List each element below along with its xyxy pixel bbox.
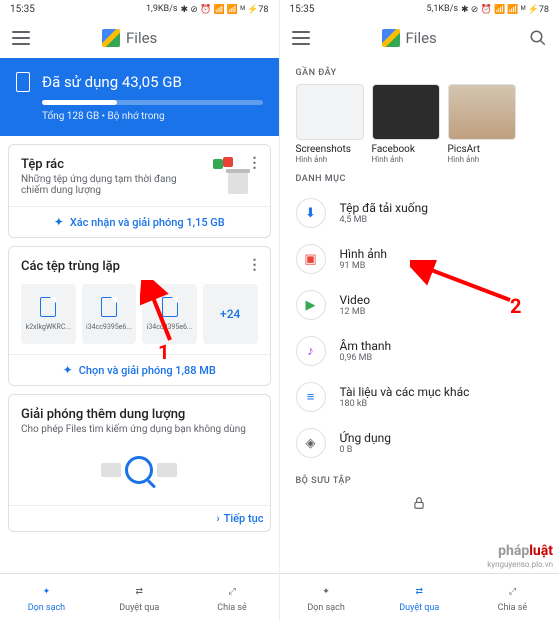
status-speed: 1,9KB/s bbox=[146, 4, 178, 14]
category-item[interactable]: ♪ Âm thanh 0,96 MB bbox=[280, 328, 559, 374]
menu-icon[interactable] bbox=[292, 31, 310, 45]
file-icon bbox=[40, 297, 56, 317]
section-recent: GẦN ĐÂY bbox=[280, 58, 559, 84]
freeup-card: Giải phóng thêm dung lượng Cho phép File… bbox=[8, 394, 271, 532]
status-icons: ✱ ⊘ ⏰ 📶 📶 ᴹ ⚡78 bbox=[461, 4, 549, 15]
recent-thumb bbox=[296, 84, 364, 140]
category-item[interactable]: ◈ Ứng dụng 0 B bbox=[280, 420, 559, 466]
category-icon: ♪ bbox=[296, 336, 326, 366]
section-categories: DANH MỤC bbox=[280, 164, 559, 190]
category-size: 4,5 MB bbox=[340, 215, 544, 225]
junk-confirm-button[interactable]: ✦ Xác nhận và giải phóng 1,15 GB bbox=[9, 206, 270, 237]
browse-icon: ⇄ bbox=[410, 583, 428, 601]
files-logo-icon bbox=[102, 29, 120, 47]
safe-folder[interactable] bbox=[280, 492, 559, 514]
nav-browse[interactable]: ⇄ Duyệt qua bbox=[93, 574, 186, 621]
freeup-title: Giải phóng thêm dung lượng bbox=[21, 407, 258, 422]
annotation-label-2: 2 bbox=[510, 294, 521, 318]
recent-thumb bbox=[372, 84, 440, 140]
storage-used: Đã sử dụng 43,05 GB bbox=[42, 73, 182, 91]
category-size: 0 B bbox=[340, 445, 544, 455]
sparkle-icon: ✦ bbox=[54, 215, 64, 229]
nav-browse[interactable]: ⇄ Duyệt qua bbox=[373, 574, 466, 621]
share-icon: ⤢ bbox=[503, 583, 521, 601]
continue-button[interactable]: ›Tiếp tục bbox=[9, 505, 270, 531]
app-bar: Files bbox=[280, 18, 559, 58]
annotation-label-1: 1 bbox=[158, 340, 169, 364]
nav-share[interactable]: ⤢ Chia sẻ bbox=[186, 574, 279, 621]
recent-item[interactable]: Screenshots Hình ảnh bbox=[296, 84, 364, 164]
nav-clean[interactable]: ✦ Dọn sạch bbox=[0, 574, 93, 621]
category-icon: ▶ bbox=[296, 290, 326, 320]
category-size: 0,96 MB bbox=[340, 353, 544, 363]
files-logo-icon bbox=[382, 29, 400, 47]
status-time: 15:35 bbox=[290, 4, 315, 15]
dup-item[interactable]: k2xIkgWKRC... bbox=[21, 284, 76, 344]
bottom-nav: ✦ Dọn sạch ⇄ Duyệt qua ⤢ Chia sẻ bbox=[0, 573, 279, 621]
browse-icon: ⇄ bbox=[130, 583, 148, 601]
category-item[interactable]: ⬇ Tệp đã tải xuống 4,5 MB bbox=[280, 190, 559, 236]
section-collections: BỘ SƯU TẬP bbox=[280, 466, 559, 492]
app-logo: Files bbox=[102, 29, 157, 47]
category-name: Âm thanh bbox=[340, 339, 544, 353]
category-name: Tài liệu và các mục khác bbox=[340, 385, 544, 399]
app-logo: Files bbox=[382, 29, 437, 47]
category-name: Hình ảnh bbox=[340, 247, 544, 261]
status-icons: ✱ ⊘ ⏰ 📶 📶 ᴹ ⚡78 bbox=[180, 4, 268, 15]
nav-clean[interactable]: ✦ Dọn sạch bbox=[280, 574, 373, 621]
category-name: Tệp đã tải xuống bbox=[340, 201, 544, 215]
bottom-nav: ✦ Dọn sạch ⇄ Duyệt qua ⤢ Chia sẻ bbox=[280, 573, 559, 621]
duplicates-title: Các tệp trùng lặp bbox=[21, 259, 258, 274]
menu-icon[interactable] bbox=[12, 31, 30, 45]
status-time: 15:35 bbox=[10, 4, 35, 15]
app-title: Files bbox=[406, 29, 437, 47]
category-icon: ≡ bbox=[296, 382, 326, 412]
category-size: 180 kB bbox=[340, 399, 544, 409]
status-bar: 15:35 5,1KB/s ✱ ⊘ ⏰ 📶 📶 ᴹ ⚡78 bbox=[280, 0, 559, 18]
freeup-subtitle: Cho phép Files tìm kiếm ứng dụng bạn khô… bbox=[21, 424, 258, 435]
more-icon[interactable]: ⋮ bbox=[248, 257, 262, 273]
storage-progress bbox=[42, 100, 263, 105]
app-title: Files bbox=[126, 29, 157, 47]
category-item[interactable]: ≡ Tài liệu và các mục khác 180 kB bbox=[280, 374, 559, 420]
watermark: phápluật kynguyenso.plo.vn bbox=[487, 543, 553, 569]
recent-item[interactable]: Facebook Hình ảnh bbox=[372, 84, 440, 164]
clean-icon: ✦ bbox=[317, 583, 335, 601]
app-bar: Files bbox=[0, 18, 279, 58]
junk-subtitle: Những tệp ứng dụng tạm thời đang chiếm d… bbox=[21, 174, 181, 196]
file-icon bbox=[101, 297, 117, 317]
sparkle-icon: ✦ bbox=[63, 363, 73, 377]
junk-illustration bbox=[208, 157, 258, 197]
duplicates-button[interactable]: ✦ Chọn và giải phóng 1,88 MB bbox=[9, 354, 270, 385]
status-speed: 5,1KB/s bbox=[426, 4, 458, 14]
dup-item[interactable]: i34cc9395e6... bbox=[82, 284, 137, 344]
search-icon[interactable] bbox=[529, 29, 547, 47]
dup-more[interactable]: +24 bbox=[203, 284, 258, 344]
recent-row: Screenshots Hình ảnh Facebook Hình ảnh P… bbox=[280, 84, 559, 164]
recent-item[interactable]: PicsArt Hình ảnh bbox=[448, 84, 516, 164]
share-icon: ⤢ bbox=[223, 583, 241, 601]
recent-thumb bbox=[448, 84, 516, 140]
annotation-arrow-2 bbox=[410, 260, 520, 310]
storage-card[interactable]: Đã sử dụng 43,05 GB Tổng 128 GB • Bộ nhớ… bbox=[0, 58, 279, 136]
storage-total: Tổng 128 GB • Bộ nhớ trong bbox=[42, 111, 263, 122]
magnify-icon bbox=[125, 456, 153, 484]
status-bar: 15:35 1,9KB/s ✱ ⊘ ⏰ 📶 📶 ᴹ ⚡78 bbox=[0, 0, 279, 18]
freeup-illustration bbox=[21, 445, 258, 495]
junk-card: ⋮ Tệp rác Những tệp ứng dụng tạm thời đa… bbox=[8, 144, 271, 238]
category-name: Ứng dụng bbox=[340, 431, 544, 445]
nav-share[interactable]: ⤢ Chia sẻ bbox=[466, 574, 559, 621]
category-icon: ▣ bbox=[296, 244, 326, 274]
category-icon: ◈ bbox=[296, 428, 326, 458]
phone-icon bbox=[16, 72, 30, 92]
lock-icon bbox=[412, 496, 426, 510]
category-icon: ⬇ bbox=[296, 198, 326, 228]
clean-icon: ✦ bbox=[37, 583, 55, 601]
